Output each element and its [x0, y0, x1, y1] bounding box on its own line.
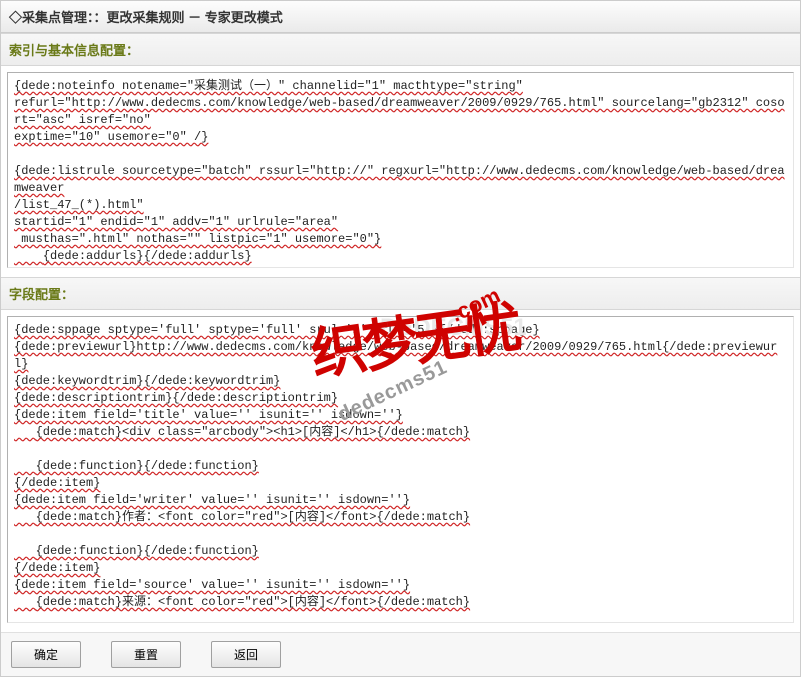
reset-button[interactable]: 重置	[111, 641, 181, 668]
main-panel: ◇采集点管理：：更改采集规则 － 专家更改模式 索引与基本信息配置： 字段配置：…	[0, 0, 801, 677]
section-index-config-body	[1, 66, 800, 277]
field-config-textarea[interactable]	[7, 316, 794, 623]
ok-button[interactable]: 确定	[11, 641, 81, 668]
button-bar: 确定 重置 返回	[1, 632, 800, 676]
section-field-config-title: 字段配置：	[1, 277, 800, 310]
section-field-config-body	[1, 310, 800, 632]
index-config-textarea[interactable]	[7, 72, 794, 268]
page-title: ◇采集点管理：：更改采集规则 － 专家更改模式	[1, 1, 800, 33]
section-index-config-title: 索引与基本信息配置：	[1, 33, 800, 66]
back-button[interactable]: 返回	[211, 641, 281, 668]
